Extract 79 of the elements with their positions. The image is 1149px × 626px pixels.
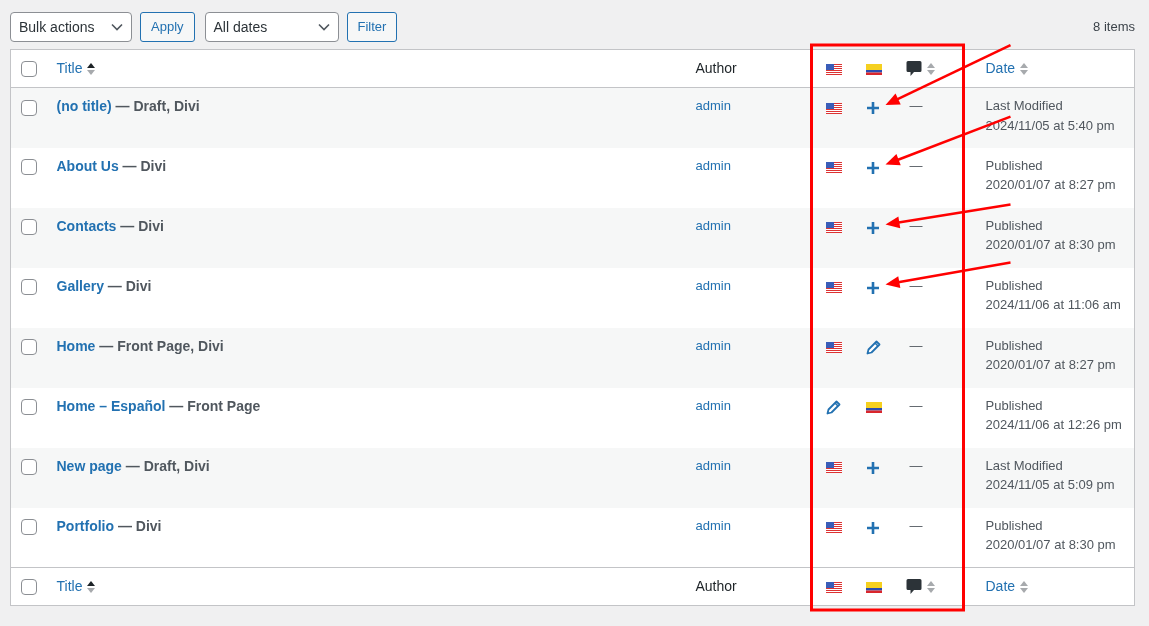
date-status: Published	[985, 516, 1044, 535]
date-status: Last Modified	[985, 456, 1064, 475]
author-link[interactable]: admin	[695, 217, 731, 233]
pencil-icon[interactable]	[825, 400, 841, 416]
date-value: 2020/01/07 at 8:27 pm	[985, 176, 1117, 194]
comment-count: —	[909, 397, 923, 413]
author-link[interactable]: admin	[695, 277, 731, 293]
chevron-down-icon	[111, 23, 123, 31]
date-value: 2024/11/05 at 5:09 pm	[985, 476, 1116, 494]
date-value: 2024/11/06 at 11:06 am	[985, 296, 1122, 314]
pencil-icon[interactable]	[865, 340, 881, 356]
post-state: — Divi	[119, 217, 164, 234]
date-status: Published	[985, 216, 1044, 235]
comment-count: —	[909, 98, 923, 113]
comment-count: —	[909, 517, 923, 533]
apply-button[interactable]: Apply	[140, 12, 195, 42]
author-link[interactable]: admin	[695, 337, 731, 353]
date-column-link[interactable]: Date	[985, 60, 1030, 76]
author-link[interactable]: admin	[695, 157, 731, 173]
author-link[interactable]: admin	[695, 98, 731, 113]
checkbox[interactable]	[21, 99, 37, 116]
date-value: 2024/11/05 at 5:40 pm	[985, 116, 1116, 135]
checkbox[interactable]	[21, 579, 37, 596]
date-status: Published	[985, 276, 1044, 295]
chevron-down-icon	[317, 23, 330, 31]
comment-count: —	[909, 457, 923, 473]
page-title-link[interactable]: Contacts	[56, 217, 117, 234]
date-value: 2020/01/07 at 8:30 pm	[985, 236, 1117, 254]
page-title-link[interactable]: (no title)	[56, 98, 112, 114]
page-title-link[interactable]: Gallery	[56, 277, 104, 294]
comment-count: —	[909, 277, 923, 293]
date-value: 2020/01/07 at 8:27 pm	[985, 356, 1117, 374]
comment-count: —	[909, 217, 923, 233]
author-column-header: Author	[685, 567, 816, 606]
add-icon[interactable]	[865, 160, 880, 175]
title-column-link[interactable]: Title	[56, 578, 97, 594]
checkbox[interactable]	[21, 159, 37, 176]
post-state: — Divi	[121, 157, 167, 174]
date-value: 2020/01/07 at 8:30 pm	[985, 536, 1117, 554]
date-status: Published	[985, 336, 1044, 355]
checkbox[interactable]	[21, 519, 37, 536]
author-link[interactable]: admin	[695, 517, 731, 533]
checkbox[interactable]	[21, 61, 37, 78]
page-title-link[interactable]: Home	[56, 337, 96, 354]
filter-button[interactable]: Filter	[346, 12, 398, 42]
page-title-link[interactable]: About Us	[56, 157, 119, 174]
add-icon[interactable]	[865, 101, 880, 116]
author-column-header: Author	[685, 49, 816, 88]
checkbox[interactable]	[21, 279, 37, 296]
post-state: — Divi	[116, 517, 162, 534]
date-status: Published	[985, 156, 1044, 175]
date-column-link[interactable]: Date	[985, 578, 1030, 594]
post-state: — Front Page	[168, 397, 261, 414]
bulk-actions-dropdown[interactable]: Bulk actions	[10, 12, 132, 42]
date-status: Last Modified	[985, 97, 1064, 115]
comment-count: —	[909, 337, 923, 353]
post-state: — Divi	[106, 277, 152, 294]
page-title-link[interactable]: New page	[56, 457, 122, 474]
author-link[interactable]: admin	[695, 457, 731, 473]
add-icon[interactable]	[865, 460, 880, 475]
add-icon[interactable]	[865, 520, 880, 535]
date-value: 2024/11/06 at 12:26 pm	[985, 416, 1123, 434]
item-count: 8 items	[1093, 18, 1135, 37]
date-status: Published	[985, 396, 1044, 415]
add-icon[interactable]	[865, 280, 880, 295]
post-state: — Draft, Divi	[114, 98, 200, 114]
page-title-link[interactable]: Portfolio	[56, 517, 115, 534]
checkbox[interactable]	[21, 339, 37, 356]
author-link[interactable]: admin	[695, 397, 731, 413]
checkbox[interactable]	[21, 459, 37, 476]
add-icon[interactable]	[865, 220, 880, 235]
title-column-link[interactable]: Title	[56, 60, 97, 76]
post-state: — Draft, Divi	[124, 457, 210, 474]
post-state: — Front Page, Divi	[98, 337, 224, 354]
checkbox[interactable]	[21, 219, 37, 236]
page-title-link[interactable]: Home – Español	[56, 397, 166, 414]
date-filter-dropdown[interactable]: All dates	[204, 12, 339, 42]
checkbox[interactable]	[21, 399, 37, 416]
comment-count: —	[909, 157, 923, 173]
